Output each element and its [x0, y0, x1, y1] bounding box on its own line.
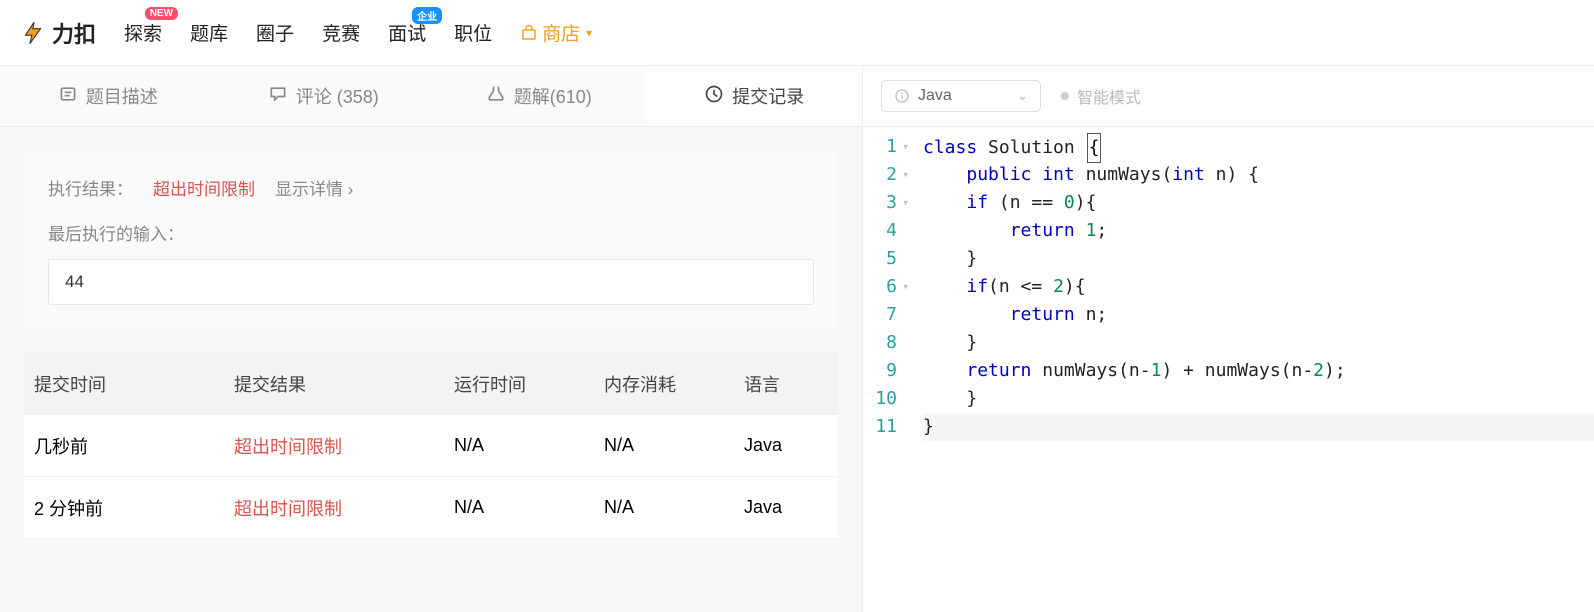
line-number: 2▾: [863, 161, 909, 189]
last-input-value: 44: [48, 259, 814, 305]
cell-memory: N/A: [604, 497, 744, 518]
result-panel: 执行结果： 超出时间限制 显示详情 › 最后执行的输入： 44: [24, 151, 838, 329]
fold-icon: ▾: [901, 133, 909, 161]
left-tab-2[interactable]: 题解(610): [431, 66, 647, 126]
nav-item-5[interactable]: 职位: [454, 19, 492, 46]
editor-header: Java ⌄ 智能模式: [863, 66, 1594, 127]
chevron-down-icon: ⌄: [1017, 88, 1028, 104]
code-line: if(n <= 2){: [923, 273, 1594, 301]
line-number: 11: [863, 413, 909, 441]
left-tab-0[interactable]: 题目描述: [0, 66, 216, 126]
nav-badge: NEW: [145, 7, 178, 20]
header-memory: 内存消耗: [604, 371, 744, 397]
cell-result: 超出时间限制: [234, 495, 454, 521]
smart-mode-dot-icon: [1061, 92, 1069, 100]
code-line: }: [923, 385, 1594, 413]
left-tabs: 题目描述 评论 (358) 题解(610) 提交记录: [0, 66, 862, 127]
left-tab-label: 提交记录: [732, 83, 804, 109]
line-number: 5: [863, 245, 909, 273]
table-row[interactable]: 2 分钟前超出时间限制N/AN/AJava: [24, 477, 838, 539]
nav-item-2[interactable]: 圈子: [256, 19, 294, 46]
submission-table: 提交时间 提交结果 运行时间 内存消耗 语言 几秒前超出时间限制N/AN/AJa…: [24, 353, 838, 539]
cell-runtime: N/A: [454, 435, 604, 456]
cell-runtime: N/A: [454, 497, 604, 518]
nav-item-0[interactable]: 探索NEW: [124, 19, 162, 46]
nav-item-1[interactable]: 题库: [190, 19, 228, 46]
code-line: }: [923, 245, 1594, 273]
left-tab-1[interactable]: 评论 (358): [216, 66, 432, 126]
line-number: 8: [863, 329, 909, 357]
shop-icon: [520, 24, 538, 42]
code-line: return 1;: [923, 217, 1594, 245]
header-runtime: 运行时间: [454, 371, 604, 397]
left-tab-label: 题目描述: [86, 83, 158, 109]
top-nav: 力扣 探索NEW 题库 圈子 竞赛 面试企业 职位 商店 ▾: [0, 0, 1594, 66]
nav-shop-label: 商店: [542, 19, 580, 46]
caret-down-icon: ▾: [586, 26, 592, 40]
line-gutter: 1▾2▾3▾456▾7891011: [863, 133, 923, 441]
code-editor[interactable]: 1▾2▾3▾456▾7891011 class Solution { publi…: [863, 127, 1594, 441]
language-select[interactable]: Java ⌄: [881, 80, 1041, 112]
logo[interactable]: 力扣: [20, 17, 96, 49]
fold-icon: ▾: [901, 273, 909, 301]
line-number: 1▾: [863, 133, 909, 161]
cell-lang: Java: [744, 497, 828, 518]
code-area[interactable]: class Solution { public int numWays(int …: [923, 133, 1594, 441]
leetcode-logo-icon: [20, 20, 46, 46]
code-line: }: [923, 329, 1594, 357]
fold-icon: ▾: [901, 189, 909, 217]
nav-shop[interactable]: 商店 ▾: [520, 19, 592, 46]
line-number: 9: [863, 357, 909, 385]
cell-time: 2 分钟前: [34, 495, 234, 521]
result-label: 执行结果：: [48, 175, 133, 200]
header-result: 提交结果: [234, 371, 454, 397]
code-line: }: [923, 413, 1594, 441]
cell-lang: Java: [744, 435, 828, 456]
line-number: 4: [863, 217, 909, 245]
header-lang: 语言: [744, 371, 828, 397]
solution-icon: [486, 84, 506, 109]
result-status: 超出时间限制: [153, 175, 255, 200]
fold-icon: ▾: [901, 161, 909, 189]
smart-mode-label: 智能模式: [1077, 84, 1141, 108]
cell-time: 几秒前: [34, 433, 234, 459]
language-label: Java: [918, 87, 952, 105]
left-tab-label: 评论 (358): [296, 83, 379, 109]
line-number: 7: [863, 301, 909, 329]
nav-badge: 企业: [412, 7, 442, 24]
code-line: public int numWays(int n) {: [923, 161, 1594, 189]
nav-item-3[interactable]: 竞赛: [322, 19, 360, 46]
line-number: 10: [863, 385, 909, 413]
cell-result: 超出时间限制: [234, 433, 454, 459]
result-show-details[interactable]: 显示详情 ›: [275, 175, 353, 200]
line-number: 6▾: [863, 273, 909, 301]
header-time: 提交时间: [34, 371, 234, 397]
code-line: return numWays(n-1) + numWays(n-2);: [923, 357, 1594, 385]
editor-panel: Java ⌄ 智能模式 1▾2▾3▾456▾7891011 class Solu…: [862, 66, 1594, 612]
code-line: if (n == 0){: [923, 189, 1594, 217]
code-line: return n;: [923, 301, 1594, 329]
cell-memory: N/A: [604, 435, 744, 456]
history-icon: [704, 84, 724, 109]
logo-text: 力扣: [52, 17, 96, 49]
description-icon: [58, 84, 78, 109]
info-icon: [894, 88, 910, 104]
left-panel: 题目描述 评论 (358) 题解(610) 提交记录 执行结果： 超出时间限制 显示详…: [0, 66, 862, 612]
code-line: class Solution {: [923, 133, 1594, 161]
table-header: 提交时间 提交结果 运行时间 内存消耗 语言: [24, 353, 838, 415]
table-row[interactable]: 几秒前超出时间限制N/AN/AJava: [24, 415, 838, 477]
nav-item-4[interactable]: 面试企业: [388, 19, 426, 46]
left-tab-3[interactable]: 提交记录: [647, 66, 863, 126]
line-number: 3▾: [863, 189, 909, 217]
comment-icon: [268, 84, 288, 109]
left-tab-label: 题解(610): [514, 83, 592, 109]
smart-mode[interactable]: 智能模式: [1061, 84, 1141, 108]
last-input-label: 最后执行的输入：: [48, 220, 814, 245]
